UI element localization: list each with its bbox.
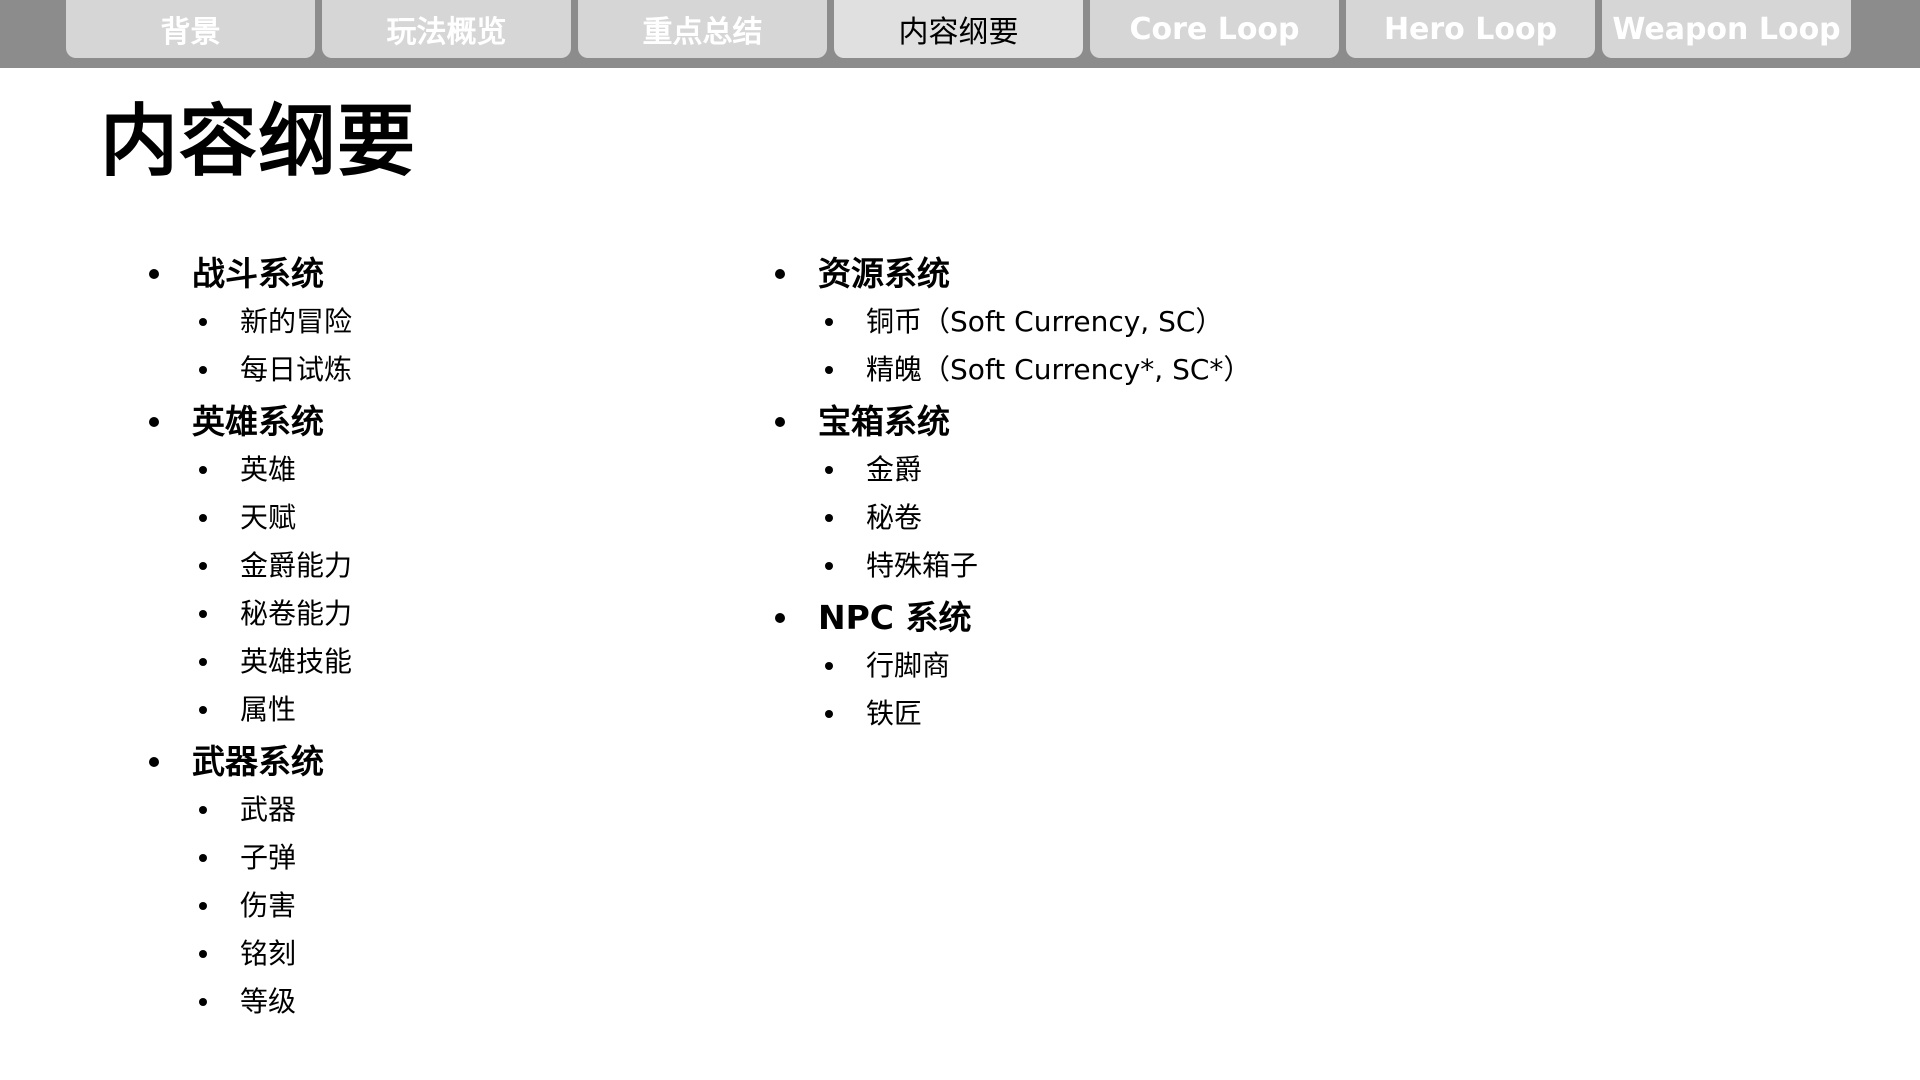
list-item: 精魄（Soft Currency*, SC*） <box>766 346 1251 394</box>
list-item-label: 天赋 <box>240 501 297 534</box>
tab-core-loop[interactable]: Core Loop <box>1090 0 1339 58</box>
list-item-label: 特殊箱子 <box>866 549 979 582</box>
page-title: 内容纲要 <box>100 97 417 187</box>
list-item: 新的冒险 <box>140 298 352 346</box>
outline-left-column: 战斗系统 新的冒险 每日试炼 英雄系统 英雄 天赋 金爵能力 秘卷能力 英雄技能… <box>140 248 352 1026</box>
list-item-label: 金爵能力 <box>240 549 353 582</box>
section-heading: NPC 系统 <box>766 594 1251 642</box>
list-item-label: 子弹 <box>240 841 297 874</box>
section-label: 武器系统 <box>192 742 324 781</box>
bullet-icon <box>825 366 833 374</box>
outline-section-hero: 英雄系统 英雄 天赋 金爵能力 秘卷能力 英雄技能 属性 <box>140 398 352 734</box>
list-item: 属性 <box>140 686 352 734</box>
bullet-icon <box>199 902 207 910</box>
bullet-icon <box>199 658 207 666</box>
bullet-icon <box>149 417 159 427</box>
outline-right-column: 资源系统 铜币（Soft Currency, SC） 精魄（Soft Curre… <box>766 248 1251 738</box>
list-item-label: 等级 <box>240 985 297 1018</box>
bullet-icon <box>775 613 785 623</box>
tab-background[interactable]: 背景 <box>66 0 315 58</box>
bullet-icon <box>825 562 833 570</box>
section-label: 英雄系统 <box>192 402 324 441</box>
list-item: 特殊箱子 <box>766 542 1251 590</box>
list-item: 每日试炼 <box>140 346 352 394</box>
list-item-label: 行脚商 <box>866 649 951 682</box>
list-item: 铭刻 <box>140 930 352 978</box>
list-item: 英雄技能 <box>140 638 352 686</box>
list-item: 金爵 <box>766 446 1251 494</box>
bullet-icon <box>199 562 207 570</box>
section-label: NPC 系统 <box>818 598 972 637</box>
section-label: 战斗系统 <box>192 254 324 293</box>
section-heading: 英雄系统 <box>140 398 352 446</box>
bullet-icon <box>199 998 207 1006</box>
list-item: 金爵能力 <box>140 542 352 590</box>
tab-key-summary[interactable]: 重点总结 <box>578 0 827 58</box>
bullet-icon <box>199 366 207 374</box>
list-item-label: 伤害 <box>240 889 297 922</box>
section-label: 资源系统 <box>818 254 950 293</box>
outline-section-chest: 宝箱系统 金爵 秘卷 特殊箱子 <box>766 398 1251 590</box>
tab-content-outline[interactable]: 内容纲要 <box>834 0 1083 58</box>
list-item-label: 英雄 <box>240 453 297 486</box>
bullet-icon <box>775 269 785 279</box>
bullet-icon <box>825 466 833 474</box>
bullet-icon <box>825 514 833 522</box>
list-item-label: 精魄（Soft Currency*, SC*） <box>866 353 1252 386</box>
bullet-icon <box>199 466 207 474</box>
bullet-icon <box>775 417 785 427</box>
bullet-icon <box>825 662 833 670</box>
outline-section-resource: 资源系统 铜币（Soft Currency, SC） 精魄（Soft Curre… <box>766 250 1251 394</box>
outline-section-weapon: 武器系统 武器 子弹 伤害 铭刻 等级 <box>140 738 352 1026</box>
tab-gameplay-overview[interactable]: 玩法概览 <box>322 0 571 58</box>
outline-section-combat: 战斗系统 新的冒险 每日试炼 <box>140 250 352 394</box>
list-item-label: 属性 <box>240 693 297 726</box>
list-item: 武器 <box>140 786 352 834</box>
list-item-label: 秘卷能力 <box>240 597 353 630</box>
list-item-label: 新的冒险 <box>240 305 353 338</box>
tab-list: 背景 玩法概览 重点总结 内容纲要 Core Loop Hero Loop We… <box>66 0 1851 58</box>
list-item: 等级 <box>140 978 352 1026</box>
tab-bar: 背景 玩法概览 重点总结 内容纲要 Core Loop Hero Loop We… <box>0 0 1920 68</box>
list-item-label: 铜币（Soft Currency, SC） <box>866 305 1224 338</box>
bullet-icon <box>199 950 207 958</box>
bullet-icon <box>199 806 207 814</box>
list-item: 伤害 <box>140 882 352 930</box>
section-heading: 宝箱系统 <box>766 398 1251 446</box>
bullet-icon <box>199 514 207 522</box>
tab-weapon-loop[interactable]: Weapon Loop <box>1602 0 1851 58</box>
bullet-icon <box>149 269 159 279</box>
bullet-icon <box>825 318 833 326</box>
list-item-label: 金爵 <box>866 453 923 486</box>
section-heading: 资源系统 <box>766 250 1251 298</box>
bullet-icon <box>199 610 207 618</box>
section-heading: 战斗系统 <box>140 250 352 298</box>
list-item: 铜币（Soft Currency, SC） <box>766 298 1251 346</box>
bullet-icon <box>825 710 833 718</box>
list-item: 铁匠 <box>766 690 1251 738</box>
list-item: 秘卷 <box>766 494 1251 542</box>
section-heading: 武器系统 <box>140 738 352 786</box>
list-item-label: 英雄技能 <box>240 645 353 678</box>
list-item-label: 每日试炼 <box>240 353 353 386</box>
list-item: 行脚商 <box>766 642 1251 690</box>
list-item: 天赋 <box>140 494 352 542</box>
section-label: 宝箱系统 <box>818 402 950 441</box>
list-item: 秘卷能力 <box>140 590 352 638</box>
list-item-label: 铁匠 <box>866 697 923 730</box>
bullet-icon <box>199 854 207 862</box>
list-item-label: 铭刻 <box>240 937 297 970</box>
list-item: 英雄 <box>140 446 352 494</box>
bullet-icon <box>149 757 159 767</box>
bullet-icon <box>199 706 207 714</box>
bullet-icon <box>199 318 207 326</box>
tab-hero-loop[interactable]: Hero Loop <box>1346 0 1595 58</box>
outline-section-npc: NPC 系统 行脚商 铁匠 <box>766 594 1251 738</box>
list-item-label: 秘卷 <box>866 501 923 534</box>
list-item: 子弹 <box>140 834 352 882</box>
list-item-label: 武器 <box>240 793 297 826</box>
